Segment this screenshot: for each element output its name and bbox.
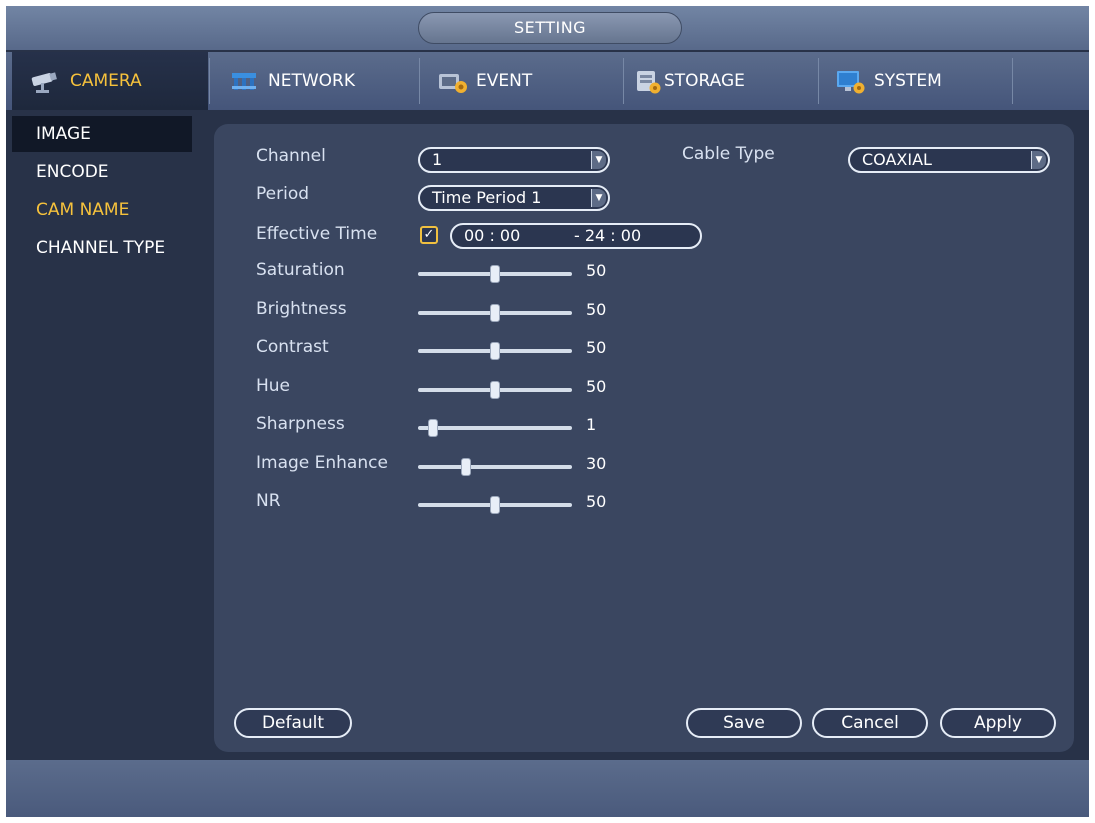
tab-storage[interactable]: STORAGE <box>630 52 826 110</box>
slider-thumb[interactable] <box>427 419 438 437</box>
channel-label: Channel <box>256 146 326 166</box>
tab-divider <box>1012 58 1013 104</box>
slider-label: Brightness <box>256 298 347 319</box>
slider-label: Image Enhance <box>256 452 388 473</box>
image-settings-panel: Channel 1 ▼ Cable Type COAXIAL ▼ Period … <box>214 124 1074 752</box>
slider-value: 30 <box>586 453 607 473</box>
slider-track[interactable] <box>418 426 572 430</box>
chevron-down-icon: ▼ <box>591 189 606 207</box>
slider-value: 50 <box>586 376 607 396</box>
network-icon <box>228 67 262 95</box>
chevron-down-icon: ▼ <box>1031 151 1046 169</box>
menu-item-encode[interactable]: ENCODE <box>12 154 192 190</box>
slider-value: 50 <box>586 492 607 511</box>
slider-label: Saturation <box>256 260 345 280</box>
storage-icon <box>634 67 662 95</box>
check-icon: ✓ <box>423 227 435 242</box>
window-title: SETTING <box>418 12 682 44</box>
effective-time-label: Effective Time <box>256 224 378 244</box>
tab-divider <box>818 58 819 104</box>
cable-type-label: Cable Type <box>682 144 775 164</box>
channel-value: 1 <box>432 150 443 169</box>
cable-type-select[interactable]: COAXIAL ▼ <box>848 147 1050 173</box>
tab-bar: CAMERA NETWORK EVENT STORAGE SYSTEM <box>6 52 1089 110</box>
slider-thumb[interactable] <box>490 496 500 514</box>
effective-time-end: - 24 : 00 <box>574 226 642 245</box>
slider-value: 1 <box>586 415 597 434</box>
tab-divider <box>623 58 624 104</box>
slider-thumb[interactable] <box>490 342 500 360</box>
tab-network[interactable]: NETWORK <box>218 52 418 110</box>
footer-bar <box>6 760 1089 817</box>
slider-label: Sharpness <box>256 414 345 434</box>
settings-window: SETTING CAMERA NETWORK EVENT STORAGE SYS… <box>6 6 1089 817</box>
cancel-button[interactable]: Cancel <box>812 708 928 738</box>
save-button[interactable]: Save <box>686 708 802 738</box>
effective-time-start: 00 : 00 <box>464 226 521 245</box>
tab-divider <box>419 58 420 104</box>
effective-time-checkbox[interactable]: ✓ <box>420 226 438 244</box>
title-bar: SETTING <box>6 6 1089 50</box>
channel-select[interactable]: 1 ▼ <box>418 147 610 173</box>
menu-item-cam-name[interactable]: CAM NAME <box>12 192 192 228</box>
slider-thumb[interactable] <box>490 380 500 399</box>
tab-network-label: NETWORK <box>268 71 355 91</box>
slider-label: Contrast <box>256 337 329 357</box>
slider-value: 50 <box>586 338 607 357</box>
side-menu: IMAGE ENCODE CAM NAME CHANNEL TYPE <box>6 112 206 762</box>
slider-thumb[interactable] <box>490 303 500 322</box>
tab-system[interactable]: SYSTEM <box>828 52 1018 110</box>
slider-value: 50 <box>586 299 607 319</box>
default-button[interactable]: Default <box>234 708 352 738</box>
slider-label: NR <box>256 491 281 511</box>
event-icon <box>436 67 470 95</box>
tab-storage-label: STORAGE <box>664 71 745 91</box>
slider-thumb[interactable] <box>490 265 500 283</box>
period-label: Period <box>256 184 310 204</box>
menu-item-image[interactable]: IMAGE <box>12 116 192 152</box>
tab-event-label: EVENT <box>476 71 533 91</box>
period-value: Time Period 1 <box>432 188 542 207</box>
tab-divider <box>209 58 210 104</box>
tab-system-label: SYSTEM <box>874 71 942 91</box>
chevron-down-icon: ▼ <box>591 151 606 169</box>
slider-value: 50 <box>586 261 607 280</box>
period-select[interactable]: Time Period 1 ▼ <box>418 185 610 211</box>
camera-icon <box>30 67 64 95</box>
cable-type-value: COAXIAL <box>862 150 932 169</box>
tab-camera[interactable]: CAMERA <box>12 52 208 110</box>
apply-button[interactable]: Apply <box>940 708 1056 738</box>
system-icon <box>834 67 868 95</box>
tab-event[interactable]: EVENT <box>426 52 626 110</box>
tab-camera-label: CAMERA <box>70 71 142 91</box>
slider-label: Hue <box>256 375 291 396</box>
slider-thumb[interactable] <box>461 457 472 476</box>
menu-item-channel-type[interactable]: CHANNEL TYPE <box>12 230 192 266</box>
slider-track[interactable] <box>418 464 572 469</box>
effective-time-range[interactable]: 00 : 00 - 24 : 00 <box>450 223 702 249</box>
